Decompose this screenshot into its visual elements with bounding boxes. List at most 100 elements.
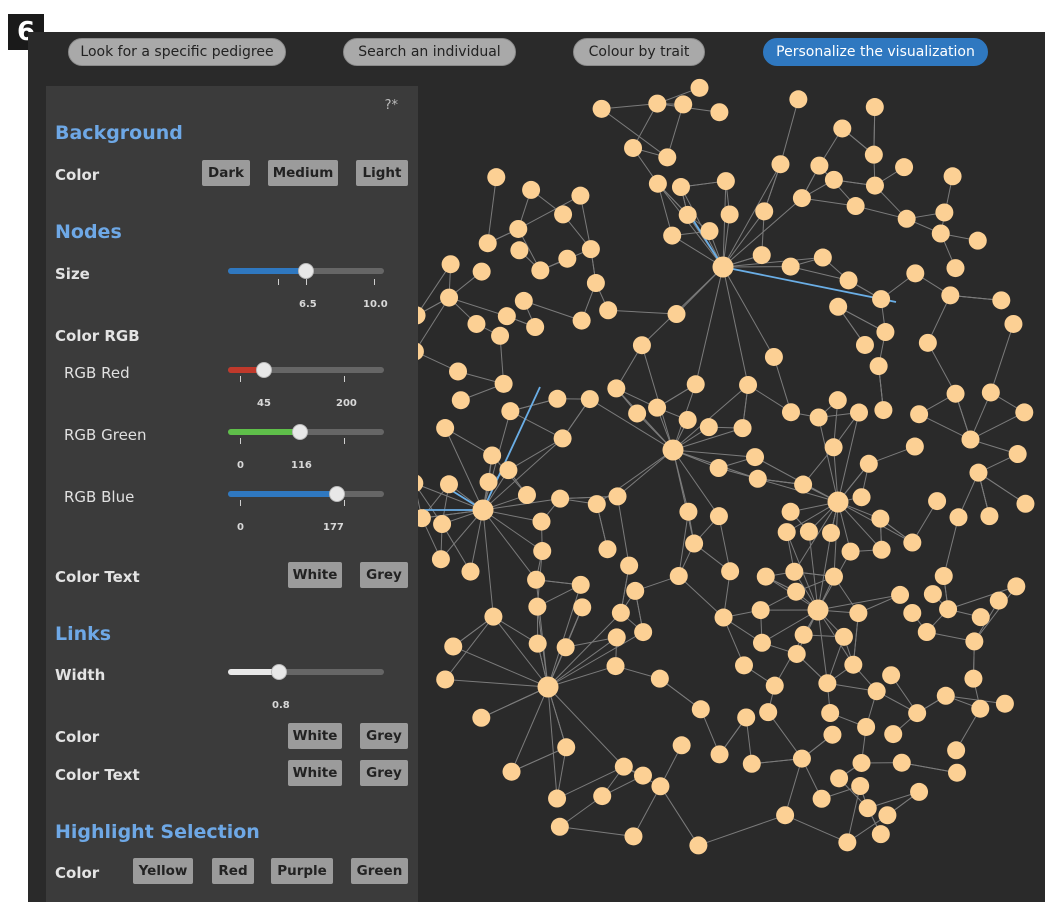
graph-node[interactable]: [556, 638, 575, 657]
graph-node[interactable]: [871, 825, 890, 844]
graph-node[interactable]: [648, 94, 667, 113]
graph-node[interactable]: [436, 670, 455, 689]
graph-node[interactable]: [710, 103, 729, 122]
graph-node[interactable]: [844, 655, 863, 674]
graph-node[interactable]: [813, 248, 832, 267]
graph-node[interactable]: [884, 725, 903, 744]
graph-node[interactable]: [928, 492, 947, 511]
graph-node[interactable]: [522, 180, 541, 199]
graph-node[interactable]: [949, 508, 968, 527]
graph-node[interactable]: [992, 291, 1011, 310]
graph-node[interactable]: [965, 632, 984, 651]
graph-node[interactable]: [441, 255, 460, 274]
graph-node[interactable]: [833, 119, 852, 138]
graph-node[interactable]: [444, 637, 463, 656]
graph-node[interactable]: [626, 581, 645, 600]
graph-node[interactable]: [620, 556, 639, 575]
graph-node[interactable]: [679, 502, 698, 521]
graph-node[interactable]: [689, 836, 708, 855]
graph-node[interactable]: [674, 95, 693, 114]
node-text-grey-button[interactable]: Grey: [360, 562, 408, 588]
graph-node[interactable]: [867, 682, 886, 701]
graph-node[interactable]: [792, 189, 811, 208]
graph-node[interactable]: [624, 138, 643, 157]
personalize-visualization-button[interactable]: Personalize the visualization: [763, 38, 988, 66]
graph-node[interactable]: [809, 408, 828, 427]
graph-node[interactable]: [830, 769, 849, 788]
graph-node[interactable]: [650, 669, 669, 688]
graph-node[interactable]: [792, 749, 811, 768]
graph-node[interactable]: [864, 145, 883, 164]
graph-node[interactable]: [941, 286, 960, 305]
graph-node[interactable]: [787, 582, 806, 601]
graph-node[interactable]: [776, 806, 795, 825]
graph-node[interactable]: [865, 176, 884, 195]
graph-node[interactable]: [874, 401, 893, 420]
graph-node[interactable]: [812, 789, 831, 808]
graph-node[interactable]: [746, 448, 765, 467]
graph-node[interactable]: [946, 384, 965, 403]
graph-node[interactable]: [739, 375, 758, 394]
graph-node[interactable]: [897, 209, 916, 228]
colour-by-trait-button[interactable]: Colour by trait: [573, 38, 705, 66]
graph-node[interactable]: [781, 502, 800, 521]
graph-node[interactable]: [487, 168, 506, 187]
graph-node[interactable]: [440, 288, 459, 307]
graph-node[interactable]: [733, 419, 752, 438]
graph-node[interactable]: [672, 736, 691, 755]
link-grey-button[interactable]: Grey: [360, 723, 408, 749]
graph-node[interactable]: [829, 297, 848, 316]
link-width-handle[interactable]: [271, 664, 288, 680]
graph-node[interactable]: [1008, 445, 1027, 464]
graph-node[interactable]: [818, 674, 837, 693]
graph-node[interactable]: [1007, 577, 1026, 596]
graph-node[interactable]: [548, 789, 567, 808]
graph-node[interactable]: [824, 567, 843, 586]
graph-node[interactable]: [461, 562, 480, 581]
graph-node[interactable]: [910, 405, 929, 424]
graph-node[interactable]: [946, 259, 965, 278]
graph-node[interactable]: [865, 98, 884, 117]
graph-node[interactable]: [658, 148, 677, 167]
graph-node[interactable]: [593, 787, 612, 806]
graph-node[interactable]: [755, 202, 774, 221]
graph-node[interactable]: [751, 601, 770, 620]
highlight-red-button[interactable]: Red: [212, 858, 254, 884]
graph-node[interactable]: [810, 156, 829, 175]
link-white-button[interactable]: White: [288, 723, 342, 749]
graph-node[interactable]: [514, 291, 533, 310]
graph-node[interactable]: [527, 570, 546, 589]
link-width-slider[interactable]: [228, 664, 384, 680]
look-for-pedigree-button[interactable]: Look for a specific pedigree: [68, 38, 286, 66]
graph-node[interactable]: [571, 186, 590, 205]
graph-node[interactable]: [557, 738, 576, 757]
graph-node[interactable]: [662, 439, 684, 461]
search-individual-button[interactable]: Search an individual: [343, 38, 516, 66]
graph-node[interactable]: [499, 461, 518, 480]
graph-node[interactable]: [910, 782, 929, 801]
node-size-handle[interactable]: [298, 263, 314, 279]
graph-node[interactable]: [828, 391, 847, 410]
graph-node[interactable]: [892, 753, 911, 772]
graph-node[interactable]: [872, 290, 891, 309]
graph-node[interactable]: [859, 454, 878, 473]
graph-node[interactable]: [678, 410, 697, 429]
graph-node[interactable]: [714, 608, 733, 627]
graph-node[interactable]: [532, 512, 551, 531]
graph-node[interactable]: [467, 314, 486, 333]
graph-node[interactable]: [501, 402, 520, 421]
graph-node[interactable]: [849, 403, 868, 422]
graph-node[interactable]: [669, 567, 688, 586]
rgb-blue-slider[interactable]: [228, 486, 384, 502]
graph-node[interactable]: [550, 817, 569, 836]
graph-node[interactable]: [764, 347, 783, 366]
graph-node[interactable]: [895, 158, 914, 177]
background-light-button[interactable]: Light: [356, 160, 408, 186]
graph-node[interactable]: [598, 540, 617, 559]
graph-node[interactable]: [633, 766, 652, 785]
graph-node[interactable]: [580, 390, 599, 409]
graph-node[interactable]: [607, 379, 626, 398]
graph-node[interactable]: [691, 700, 710, 719]
graph-node[interactable]: [876, 323, 895, 342]
link-text-white-button[interactable]: White: [288, 760, 342, 786]
